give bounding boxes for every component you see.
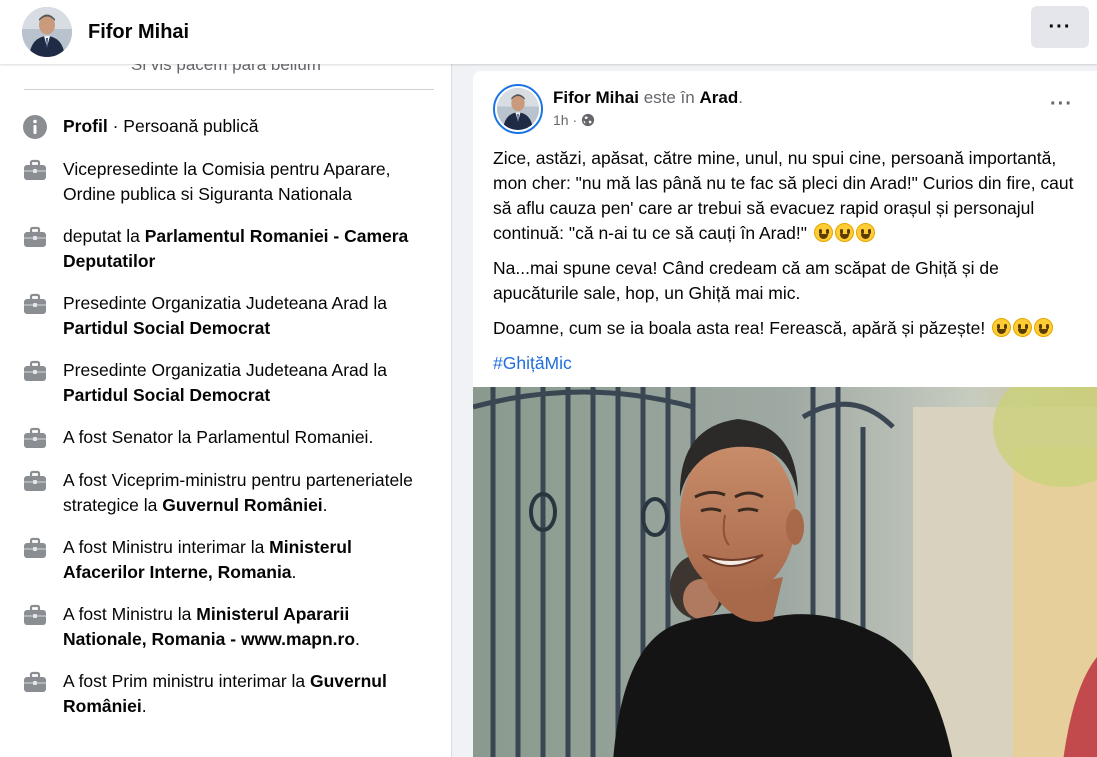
briefcase-icon <box>22 157 48 183</box>
post-location-suffix: . <box>738 88 743 107</box>
grinning-face-emoji <box>813 223 833 242</box>
post-hashtag-line: #GhițăMic <box>493 351 1083 376</box>
briefcase-icon <box>22 468 48 494</box>
post-paragraph: Doamne, cum se ia boala asta rea! Fereas… <box>493 316 1083 341</box>
post-paragraph: Zice, astăzi, apăsat, către mine, unul, … <box>493 148 1074 243</box>
intro-list: Profil · Persoană publică Vicepresedinte … <box>22 114 432 736</box>
intro-item-text: Vicepresedinte la Comisia pentru Aparare… <box>63 157 432 207</box>
post-timestamp-row: 1h · <box>553 112 743 128</box>
info-icon <box>22 114 48 140</box>
profile-name[interactable]: Fifor Mihai <box>88 21 189 44</box>
intro-link[interactable]: Partidul Social Democrat <box>63 385 270 405</box>
intro-item-text: A fost Viceprim-ministru pentru partener… <box>63 468 432 518</box>
grinning-face-emoji <box>834 223 854 242</box>
intro-item-work: A fost Ministru interimar la Ministerul … <box>22 535 432 585</box>
intro-text-part: A fost Senator la Parlamentul Romaniei. <box>63 427 374 447</box>
briefcase-icon <box>22 358 48 384</box>
post-location[interactable]: Arad <box>699 88 738 107</box>
intro-item-work: Vicepresedinte la Comisia pentru Aparare… <box>22 157 432 207</box>
dot-separator: · <box>568 112 582 128</box>
more-options-button[interactable]: ··· <box>1031 6 1089 48</box>
intro-link[interactable]: Guvernul României <box>162 495 322 515</box>
intro-text-part: A fost Prim ministru interimar la <box>63 671 310 691</box>
intro-link[interactable]: Partidul Social Democrat <box>63 318 270 338</box>
briefcase-icon <box>22 224 48 250</box>
post-author-name[interactable]: Fifor Mihai <box>553 88 639 107</box>
intro-text-part: . <box>322 495 328 515</box>
intro-text-part: . <box>141 696 147 716</box>
divider <box>24 89 434 90</box>
post-options-button[interactable]: ··· <box>1050 93 1073 116</box>
intro-card: Si vis pacem para bellum Profil · Persoa… <box>0 64 452 757</box>
intro-item-work: Presedinte Organizatia Judeteana Arad la… <box>22 358 432 408</box>
intro-text-part: Presedinte Organizatia Judeteana Arad la <box>63 360 387 380</box>
post-paragraph: Na...mai spune ceva! Când credeam că am … <box>493 258 999 303</box>
briefcase-icon <box>22 425 48 451</box>
profile-avatar[interactable] <box>22 7 72 57</box>
post-meta: Fifor Mihai este în Arad. 1h · <box>553 88 743 128</box>
hashtag-link[interactable]: #GhițăMic <box>493 353 572 373</box>
intro-text-part: . <box>291 562 297 582</box>
intro-item-work: deputat la Parlamentul Romaniei - Camera… <box>22 224 432 274</box>
intro-item-work: Presedinte Organizatia Judeteana Arad la… <box>22 291 432 341</box>
intro-item-category: Profil · Persoană publică <box>22 114 432 140</box>
intro-text-part: . <box>355 629 360 649</box>
briefcase-icon <box>22 535 48 561</box>
grinning-face-emoji <box>855 223 875 242</box>
intro-item-work: A fost Prim ministru interimar la Guvern… <box>22 669 432 719</box>
post-card: Fifor Mihai este în Arad. 1h · ··· Zice,… <box>473 71 1097 757</box>
grinning-face-emoji <box>1034 318 1054 337</box>
briefcase-icon <box>22 291 48 317</box>
briefcase-icon <box>22 669 48 695</box>
intro-item-work: A fost Viceprim-ministru pentru partener… <box>22 468 432 518</box>
post-author-line: Fifor Mihai este în Arad. <box>553 88 743 108</box>
post-location-prefix: este în <box>643 88 695 107</box>
intro-text-part: · Persoană publică <box>107 116 259 136</box>
post-author-avatar[interactable] <box>493 84 543 134</box>
post-header: Fifor Mihai este în Arad. 1h · <box>493 84 743 134</box>
intro-text-part: A fost Ministru interimar la <box>63 537 270 557</box>
intro-text-part: Vicepresedinte la Comisia pentru Aparare… <box>63 159 391 204</box>
post-timestamp[interactable]: 1h <box>553 112 569 128</box>
intro-item-text: Presedinte Organizatia Judeteana Arad la… <box>63 358 432 408</box>
intro-item-text: deputat la Parlamentul Romaniei - Camera… <box>63 224 432 274</box>
intro-item-work: A fost Ministru la Ministerul Apararii N… <box>22 602 432 652</box>
globe-icon[interactable] <box>581 113 595 127</box>
intro-link[interactable]: Profil <box>63 116 108 136</box>
intro-text-part: Presedinte Organizatia Judeteana Arad la <box>63 293 387 313</box>
post-text: Zice, astăzi, apăsat, către mine, unul, … <box>493 146 1083 386</box>
grinning-face-emoji <box>992 318 1012 337</box>
post-photo[interactable] <box>473 387 1097 757</box>
intro-item-text: Profil · Persoană publică <box>63 114 259 139</box>
intro-item-text: A fost Senator la Parlamentul Romaniei. <box>63 425 373 450</box>
intro-item-text: Presedinte Organizatia Judeteana Arad la… <box>63 291 432 341</box>
intro-text-part: deputat la <box>63 226 145 246</box>
intro-item-text: A fost Prim ministru interimar la Guvern… <box>63 669 432 719</box>
intro-item-work: A fost Senator la Parlamentul Romaniei. <box>22 425 432 451</box>
page-header: Fifor Mihai ··· <box>0 0 1097 64</box>
intro-item-text: A fost Ministru la Ministerul Apararii N… <box>63 602 432 652</box>
grinning-face-emoji <box>1013 318 1033 337</box>
intro-text-part: A fost Ministru la <box>63 604 197 624</box>
profile-bio: Si vis pacem para bellum <box>131 64 321 74</box>
intro-item-text: A fost Ministru interimar la Ministerul … <box>63 535 432 585</box>
briefcase-icon <box>22 602 48 628</box>
